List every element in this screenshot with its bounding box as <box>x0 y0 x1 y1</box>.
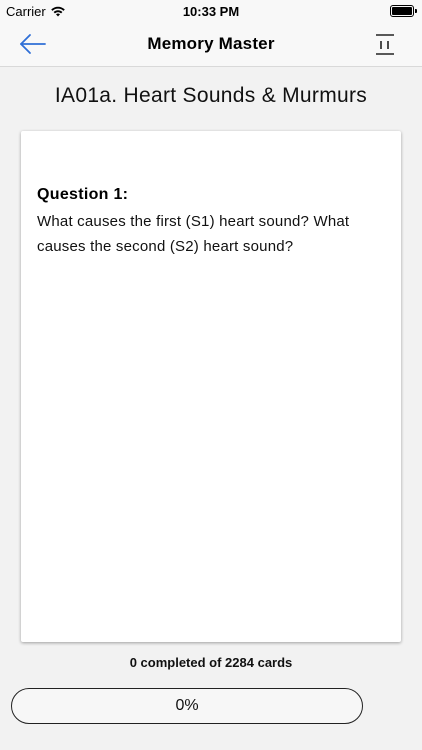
nav-title: Memory Master <box>147 34 275 53</box>
question-text: What causes the first (S1) heart sound? … <box>37 213 350 255</box>
progress-percent: 0% <box>175 697 199 714</box>
status-time: 10:33 PM <box>182 4 240 19</box>
status-bar: Carrier 10:33 PM <box>0 0 422 22</box>
deck-title: IA01a. Heart Sounds & Murmurs <box>54 84 368 107</box>
flashcard[interactable]: Question 1: What causes the first (S1) h… <box>21 131 401 642</box>
progress-caption: 0 completed of 2284 cards <box>129 655 293 670</box>
battery-icon <box>390 5 417 17</box>
progress-bar: 0% <box>11 688 363 724</box>
menu-button[interactable] <box>374 32 396 56</box>
menu-icon <box>376 34 394 55</box>
navigation-bar: Memory Master <box>0 22 422 67</box>
question-label: Question 1: <box>37 186 129 203</box>
